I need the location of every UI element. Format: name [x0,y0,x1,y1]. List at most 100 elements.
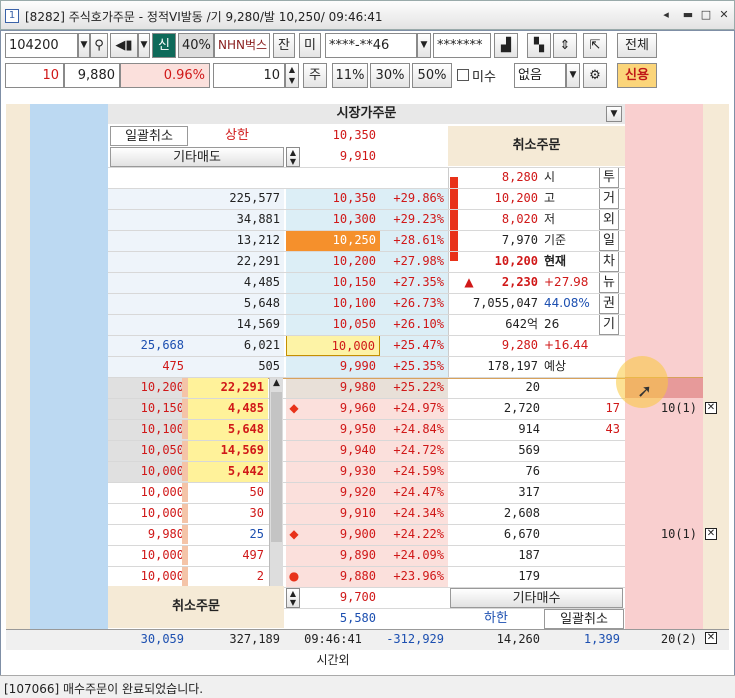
info-label: 현재 [544,254,567,268]
speaker-dropdown-icon[interactable]: ▼ [138,33,150,58]
scroll-left-icon[interactable]: ◂ [659,8,673,22]
bid-price[interactable]: 9,890 [300,545,380,566]
bid-price[interactable]: 9,960 [300,398,380,419]
account-dropdown-icon[interactable]: ▼ [417,33,431,58]
side-tab[interactable]: 투 [599,167,619,188]
cancel-order-top-button[interactable]: 취소주문 [448,126,625,166]
ticks-scrollbar[interactable]: ▲ [269,378,283,586]
grid-line [108,335,625,336]
bid-price[interactable]: 9,900 [300,524,380,545]
side-tab[interactable]: 차 [599,251,619,272]
ask-price[interactable]: 10,300 [286,209,380,230]
cancel-order-icon[interactable]: ✕ [705,402,717,414]
cancel-order-icon[interactable]: ✕ [705,528,717,540]
ask-price[interactable]: 10,100 [286,293,380,314]
up-down-arrow-icon[interactable]: ⇕ [553,33,577,58]
bid-price[interactable]: 9,920 [300,482,380,503]
pct-50-button[interactable]: 50% [412,63,452,88]
search-icon[interactable]: ⚲ [90,33,108,58]
bid-percent: +24.22% [393,527,444,541]
bid-price[interactable]: 9,940 [300,440,380,461]
market-order-dropdown-icon[interactable]: ▼ [606,106,622,122]
side-tab[interactable]: 권 [599,293,619,314]
bid-price[interactable]: 9,950 [300,419,380,440]
bid-qty: 6,670 [503,527,540,541]
pct-11-button[interactable]: 11% [332,63,368,88]
unit-button[interactable]: 주 [303,63,327,88]
misu-checkbox[interactable] [457,69,469,81]
ask-qty: 4,485 [243,275,280,289]
side-tab[interactable]: 일 [599,230,619,251]
price-input[interactable]: 9,880 [64,63,120,88]
side-tab[interactable]: 기 [599,314,619,335]
scroll-thumb[interactable] [271,392,282,542]
layout-icon[interactable]: ▚ [527,33,551,58]
maximize-icon[interactable]: □ [699,8,713,22]
tick-price: 10,100 [108,419,188,440]
ask-price[interactable]: 10,350 [286,188,380,209]
cancel-all-icon[interactable]: ✕ [705,632,717,644]
credit-button[interactable]: 신용 [617,63,657,88]
popout-icon[interactable]: ⇱ [583,33,607,58]
bulk-cancel-sell-button[interactable]: 일괄취소 [110,126,188,146]
ask-price[interactable]: 10,050 [286,314,380,335]
account-input[interactable]: ****-**46 [325,33,417,58]
tick-price: 10,000 [108,461,188,482]
side-tab[interactable]: 외 [599,209,619,230]
speaker-icon[interactable]: ◀▮ [110,33,138,58]
other-buy-button[interactable]: 기타매수 [450,588,623,608]
bid-price[interactable]: 9,930 [300,461,380,482]
ask-price[interactable]: 10,150 [286,272,380,293]
bid-price[interactable]: 9,880 [300,566,380,587]
all-button[interactable]: 전체 [617,33,657,58]
info-value: 9,280 [501,338,538,352]
side-tab[interactable]: 거 [599,188,619,209]
bid-price[interactable]: 9,910 [300,503,380,524]
balance-button[interactable]: 잔 [273,33,295,58]
pct-30-button[interactable]: 30% [370,63,410,88]
credit-toggle[interactable]: 신 [152,33,176,58]
info-value: 7,970 [501,233,538,247]
bid-price[interactable]: 9,980 [300,377,380,398]
qty-percent-input[interactable]: 10 [5,63,64,88]
close-icon[interactable]: ✕ [717,8,731,22]
tick-price: 10,050 [108,440,188,461]
chart-icon[interactable]: ▟ [494,33,518,58]
gear-icon[interactable]: ⚙ [583,63,607,88]
bid-percent: +24.34% [393,506,444,520]
my-buy-order[interactable]: 10(1) [625,524,701,545]
code-dropdown-icon[interactable]: ▼ [78,33,90,58]
ask-price[interactable]: 10,250 [286,230,380,251]
info-value: 10,200 [494,191,538,205]
password-input[interactable]: ******* [433,33,491,58]
my-sell-orders-col[interactable] [30,104,108,650]
market-order-button[interactable]: 시장가주문 [108,104,625,124]
tick-price: 9,980 [108,524,188,545]
info-label: 예상 [544,359,567,373]
ask-price[interactable]: 10,200 [286,251,380,272]
grid-line [108,482,625,483]
ask-price[interactable]: 9,990 [286,356,380,377]
bulk-cancel-buy-button[interactable]: 일괄취소 [544,609,624,629]
other-sell-button[interactable]: 기타매도 [110,147,284,167]
scroll-up-icon[interactable]: ▲ [270,378,283,388]
other-sell-stepper[interactable]: ▲ ▼ [286,147,300,167]
price-range-bar [450,177,458,261]
total-my-orders: 20(2) [660,632,697,646]
bottom-price-stepper[interactable]: ▲ ▼ [286,588,300,608]
quantity-input[interactable]: 10 [213,63,285,88]
bid-qty: 317 [518,485,540,499]
cancel-order-bottom-button[interactable]: 취소주문 [108,586,284,628]
info-label: 시 [544,170,556,184]
ask-price[interactable]: 10,000 [286,335,380,356]
condition-select[interactable]: 없음 [514,63,566,88]
tick-volume: 30 [188,503,268,524]
after-hours-label[interactable]: 시간외 [286,650,380,671]
unfilled-button[interactable]: 미 [299,33,321,58]
minimize-icon[interactable]: ▬ [681,8,695,22]
condition-dropdown-icon[interactable]: ▼ [566,63,580,88]
stock-code-input[interactable]: 104200 [5,33,78,58]
tick-price: 10,000 [108,566,188,587]
side-tab[interactable]: 뉴 [599,272,619,293]
quantity-stepper[interactable]: ▲ ▼ [285,63,299,88]
